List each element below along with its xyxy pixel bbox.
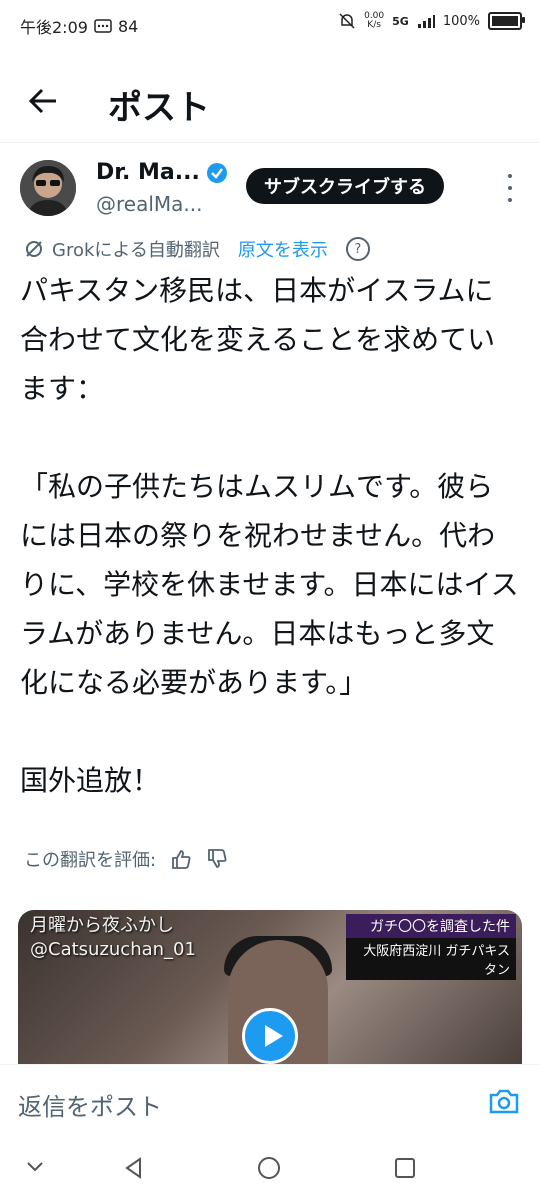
- network-type: 5G: [392, 14, 409, 28]
- subscribe-button[interactable]: サブスクライブする: [246, 168, 444, 204]
- reply-bar[interactable]: 返信をポスト: [0, 1064, 540, 1141]
- show-original-link[interactable]: 原文を表示: [238, 236, 328, 262]
- notification-count: 84: [117, 16, 139, 36]
- author-name[interactable]: Dr. Ma...: [96, 160, 200, 185]
- author-handle[interactable]: @realMa...: [96, 192, 202, 216]
- video-watermark: 月曜から夜ふかし @Catsuzuchan_01: [30, 915, 196, 960]
- chevron-down-icon[interactable]: [26, 1160, 44, 1174]
- net-speed: 0.00 K/s: [364, 11, 385, 30]
- status-time: 午後2:09: [20, 18, 88, 37]
- system-nav-bar: [0, 1140, 540, 1199]
- signal-icon: [417, 15, 435, 28]
- mute-bell-icon: [339, 13, 355, 29]
- nav-home-icon[interactable]: [257, 1156, 281, 1180]
- grok-icon: [26, 241, 42, 257]
- back-arrow-icon[interactable]: [26, 84, 60, 118]
- more-vertical-icon[interactable]: [504, 174, 516, 202]
- video-caption: ガチ〇〇を調査した件 大阪府西淀川 ガチパキスタン: [346, 914, 516, 980]
- play-icon[interactable]: [242, 1008, 298, 1064]
- avatar[interactable]: [20, 160, 76, 216]
- author-name-row[interactable]: Dr. Ma...: [96, 160, 228, 185]
- message-notification-icon: [94, 19, 112, 33]
- translation-note: Grokによる自動翻訳: [52, 240, 220, 261]
- thumbs-up-icon[interactable]: [170, 848, 192, 870]
- thumbs-down-icon[interactable]: [206, 848, 228, 870]
- battery-icon: [488, 12, 525, 30]
- rate-translation-label: この翻訳を評価:: [24, 850, 157, 871]
- nav-back-icon[interactable]: [122, 1156, 146, 1180]
- reply-input[interactable]: 返信をポスト: [18, 1087, 162, 1122]
- status-bar: 午後2:09 84 0.00 K/s 5G 100%: [0, 0, 540, 52]
- video-thumbnail[interactable]: 月曜から夜ふかし @Catsuzuchan_01 ガチ〇〇を調査した件 大阪府西…: [18, 910, 522, 1064]
- camera-icon[interactable]: [488, 1087, 520, 1115]
- nav-recents-icon[interactable]: [394, 1157, 416, 1179]
- avatar-image: [20, 160, 76, 216]
- page-title: ポスト: [108, 88, 210, 128]
- verified-badge-icon: [206, 162, 227, 183]
- rate-translation: この翻訳を評価:: [24, 846, 228, 872]
- battery-percent: 100%: [442, 13, 480, 29]
- header: ポスト: [0, 62, 540, 143]
- battery-level: [492, 16, 518, 26]
- translation-info: Grokによる自動翻訳 原文を表示 ?: [24, 236, 370, 262]
- help-icon[interactable]: ?: [345, 237, 370, 261]
- post-body: パキスタン移民は、日本がイスラムに合わせて文化を変えることを求めています： 「私…: [20, 274, 519, 797]
